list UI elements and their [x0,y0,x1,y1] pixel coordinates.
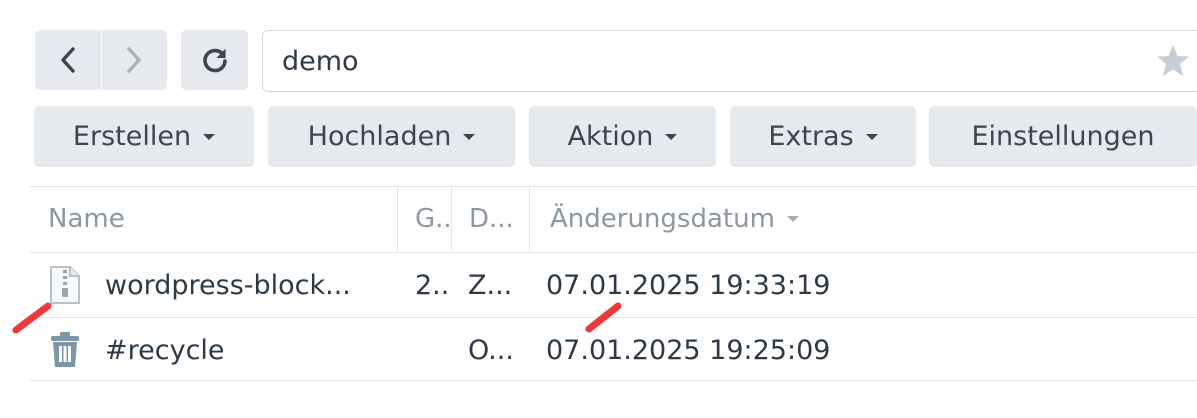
create-label: Erstellen [72,121,192,152]
file-name[interactable]: wordpress-block... [105,253,351,317]
settings-button[interactable]: Einstellungen [929,106,1197,167]
create-menu-button[interactable]: Erstellen [34,106,254,167]
chevron-left-icon [61,47,75,73]
path-input[interactable] [282,31,1142,91]
file-name[interactable]: #recycle [105,318,225,382]
refresh-icon [202,48,227,73]
upload-label: Hochladen [307,121,452,152]
action-label: Aktion [567,121,654,152]
path-bar[interactable] [262,30,1197,92]
back-button[interactable] [35,30,101,90]
column-header-modified[interactable]: Änderungsdatum [529,187,849,251]
column-header-type[interactable]: D... [451,187,529,251]
upload-menu-button[interactable]: Hochladen [268,106,515,167]
action-menu-button[interactable]: Aktion [529,106,716,167]
tools-menu-button[interactable]: Extras [730,106,916,167]
tools-label: Extras [768,121,854,152]
annotation-mark [12,302,52,334]
file-size: 2.. [415,269,450,301]
column-header-size[interactable]: G.. [397,187,452,251]
column-header-name[interactable]: Name [30,187,397,251]
caret-down-icon [463,133,476,140]
history-nav [35,30,167,90]
caret-down-icon [865,133,878,140]
favorite-star-icon[interactable] [1155,43,1191,79]
sort-caret-icon [786,216,799,222]
chevron-right-icon [127,47,141,73]
file-type: O... [468,334,514,366]
forward-button[interactable] [102,30,168,90]
annotation-mark [585,302,622,333]
caret-down-icon [665,133,678,140]
settings-label: Einstellungen [971,121,1155,152]
file-type: Z... [468,269,513,301]
caret-down-icon [203,133,216,140]
refresh-button[interactable] [181,30,248,90]
